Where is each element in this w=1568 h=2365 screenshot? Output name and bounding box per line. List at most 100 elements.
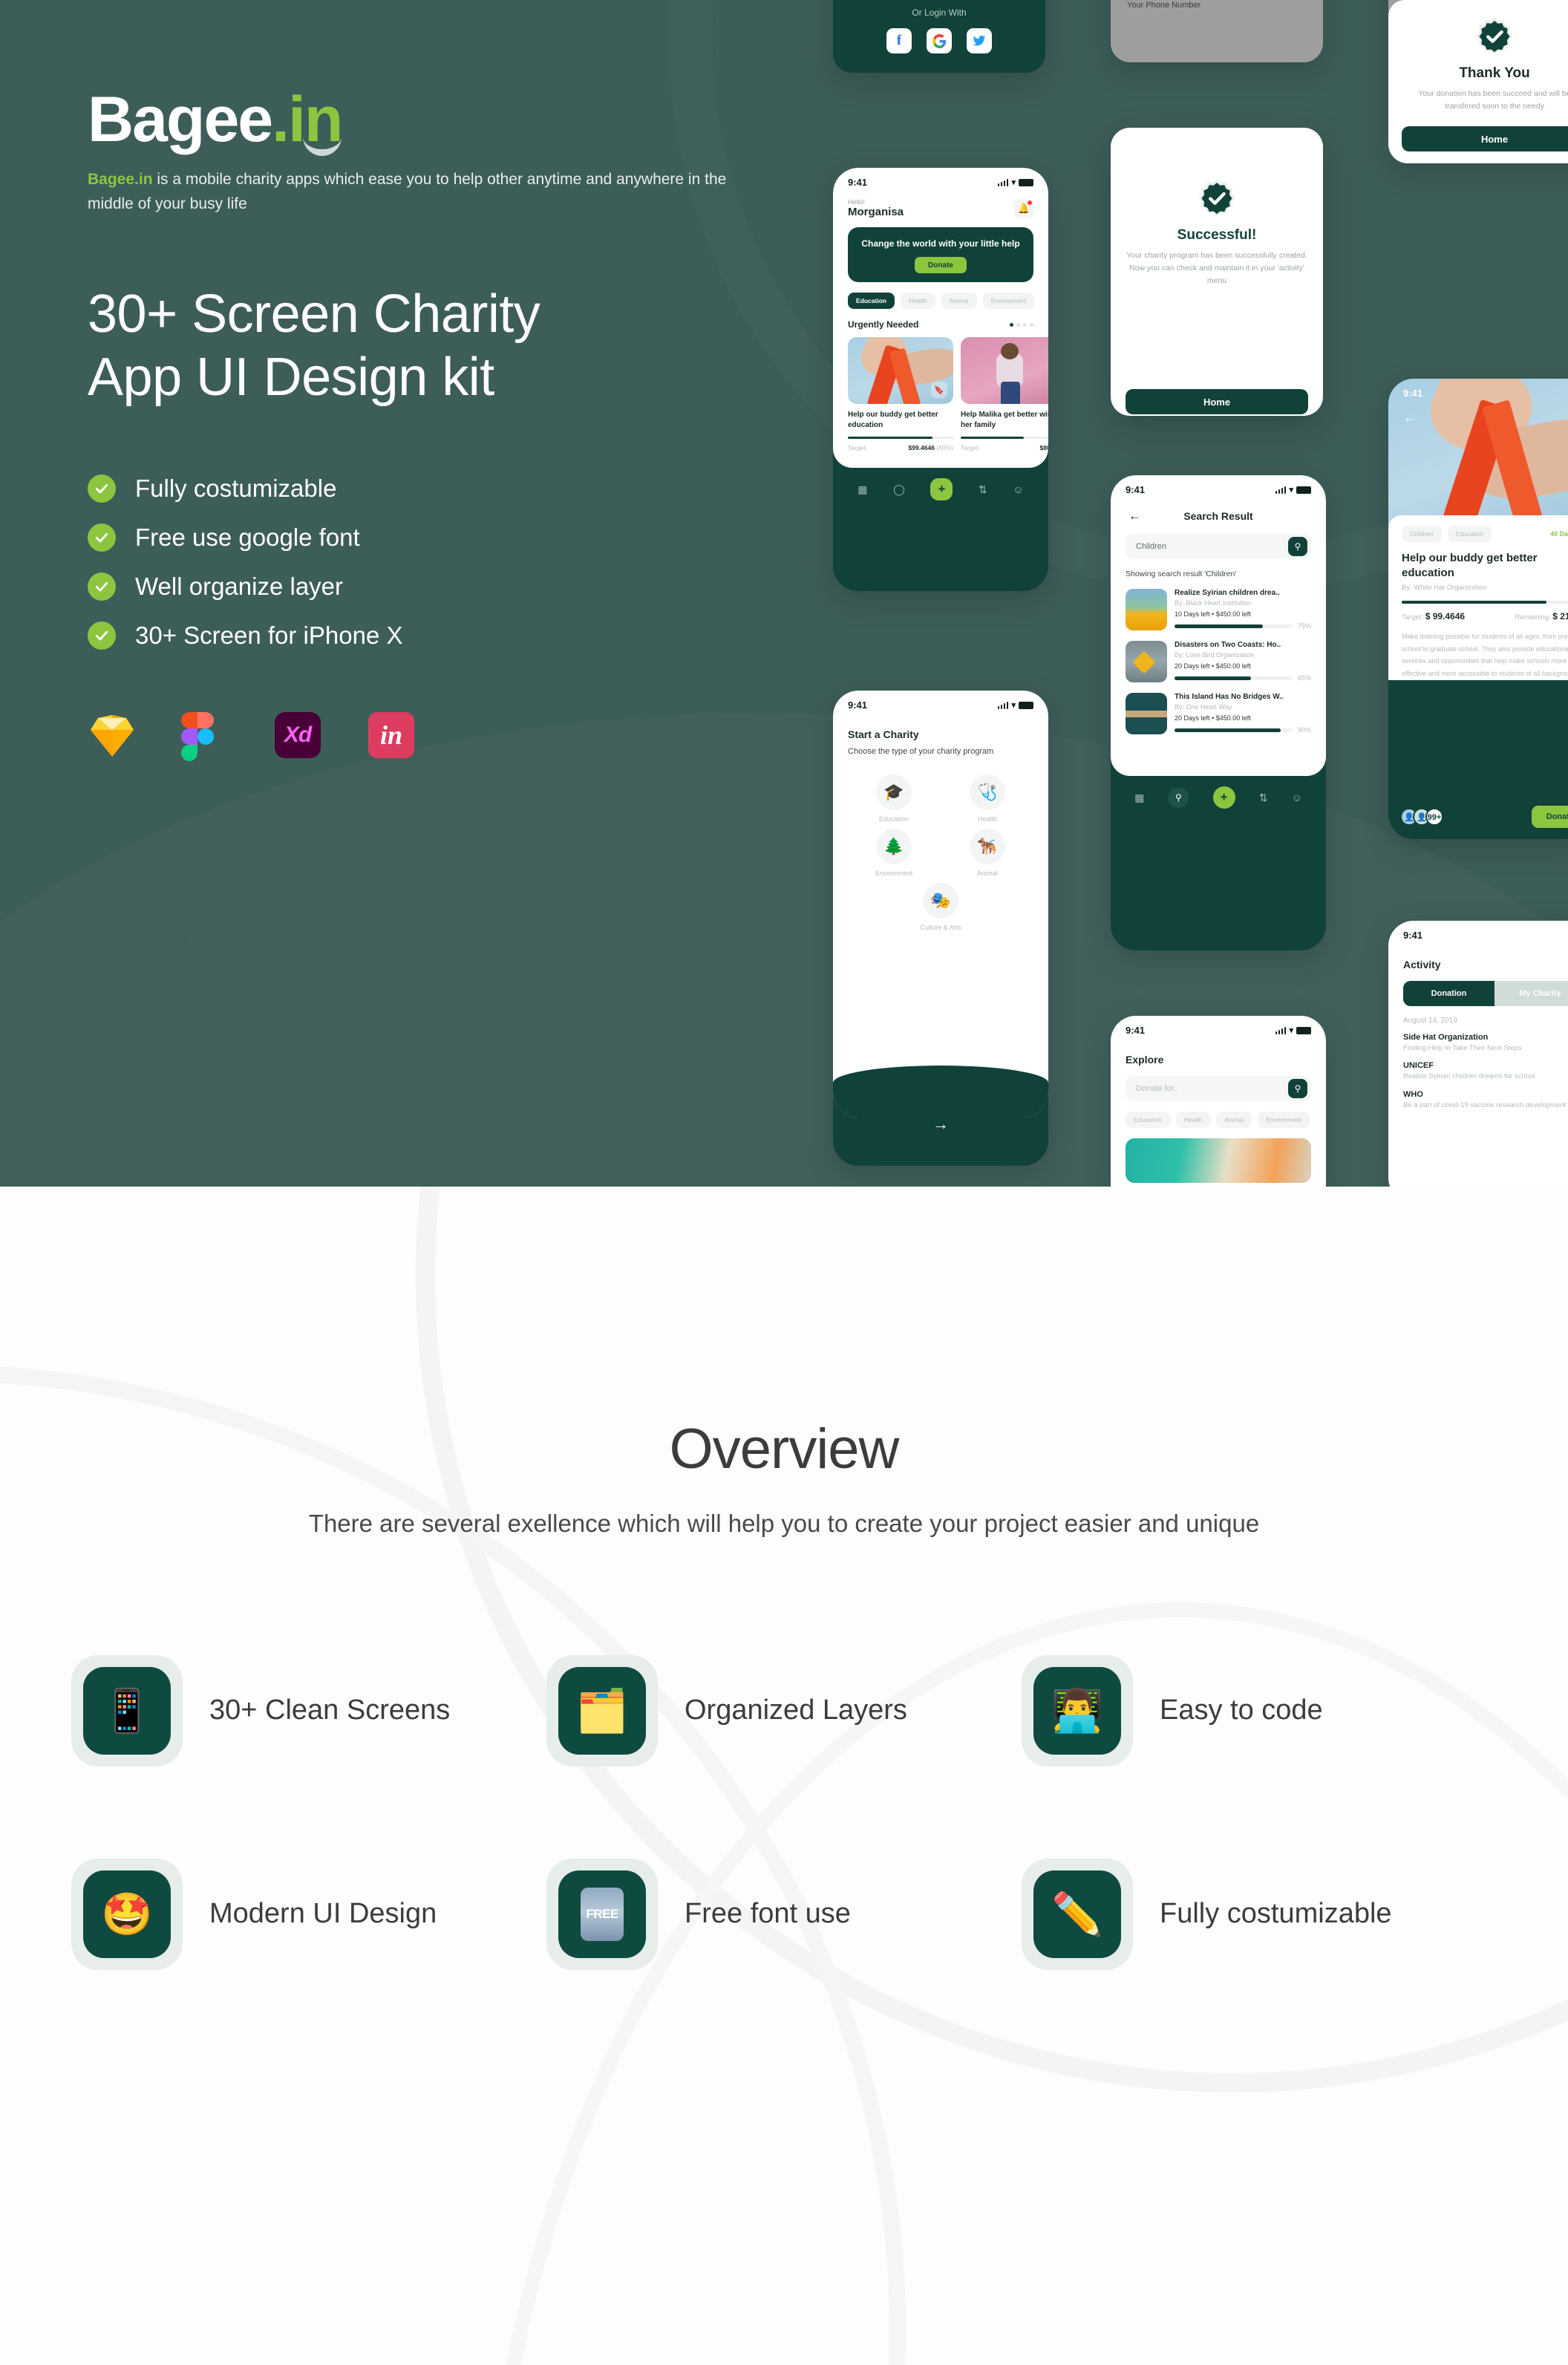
success-subtitle: Your charity program has been successful…: [1126, 251, 1307, 285]
chip-animal[interactable]: Animal: [1216, 1112, 1252, 1128]
status-icons: ▾: [1275, 1025, 1311, 1035]
activity-desc: Be a part of covid-19 vaccine research d…: [1403, 1100, 1567, 1109]
donate-button[interactable]: Donate: [1531, 806, 1568, 828]
charity-type-animal[interactable]: 🐕‍🦺 Animal: [953, 828, 1022, 877]
back-arrow-icon[interactable]: ←: [1403, 410, 1417, 425]
search-input[interactable]: Children ⚲: [1126, 534, 1311, 559]
search-icon[interactable]: ⚲: [1168, 787, 1189, 808]
search-input[interactable]: Donate for.. ⚲: [1126, 1076, 1311, 1101]
result-percent: 90%: [1297, 726, 1311, 734]
hero-tagline: Bagee.in is a mobile charity apps which …: [88, 168, 756, 216]
star-struck-icon: 🤩: [83, 1870, 171, 1958]
facebook-icon[interactable]: f: [886, 28, 912, 53]
profile-icon[interactable]: ☺: [1013, 483, 1023, 495]
chip-education[interactable]: Education: [1126, 1112, 1170, 1128]
brand-logo-main: Bagee: [88, 84, 273, 155]
twitter-icon[interactable]: [967, 28, 992, 53]
search-icon[interactable]: ⚲: [1288, 1079, 1307, 1098]
list-item[interactable]: This Island Has No Bridges W.. By: One H…: [1126, 693, 1311, 734]
hero-section: Bagee.in Bagee.in is a mobile charity ap…: [0, 0, 1568, 1187]
charity-type-culture-arts[interactable]: 🎭 Culture & Arts: [848, 882, 1033, 931]
feature-label: Fully costumizable: [135, 474, 337, 502]
start-body: Start a Charity Choose the type of your …: [833, 714, 1048, 939]
tab-my-charity[interactable]: My Charity: [1494, 981, 1568, 1006]
result-thumbnail: [1126, 641, 1167, 682]
list-item[interactable]: Disasters on Two Coasts: Ho.. By: Love B…: [1126, 641, 1311, 682]
status-time: 9:41: [1126, 1025, 1146, 1036]
chip-health[interactable]: Health: [1175, 1112, 1211, 1128]
check-circle-icon: [88, 573, 116, 601]
charity-card[interactable]: 🔖 Help our buddy get better education Ta…: [848, 337, 953, 451]
signal-icon: [1275, 486, 1287, 494]
charity-type-label: Culture & Arts: [920, 923, 961, 931]
transfer-icon[interactable]: ⇅: [979, 483, 987, 496]
search-header: ← Search Result: [1126, 506, 1311, 523]
add-button[interactable]: +: [1212, 786, 1235, 809]
search-icon[interactable]: ◯: [893, 483, 905, 496]
feature-modern-ui-design: 🤩 Modern UI Design: [71, 1858, 546, 1970]
tab-donation[interactable]: Donation: [1403, 981, 1494, 1006]
developer-icon: 👨‍💻: [1033, 1666, 1121, 1755]
google-icon[interactable]: [927, 28, 952, 53]
target-label: Target:: [848, 444, 867, 452]
add-button[interactable]: +: [930, 478, 953, 501]
chip-environment[interactable]: Environment: [982, 293, 1035, 310]
transfer-icon[interactable]: ⇅: [1259, 792, 1268, 804]
charity-card-meta: Target: $80.1200: [961, 444, 1048, 451]
notification-bell-icon[interactable]: 🔔: [1014, 198, 1033, 218]
detail-hero-image: 9:41 ←: [1388, 379, 1568, 527]
chip-children[interactable]: Children: [1402, 526, 1442, 542]
carousel-dots[interactable]: [1010, 322, 1033, 327]
chip-animal[interactable]: Animal: [941, 293, 977, 310]
grid-icon[interactable]: ▦: [1134, 792, 1144, 804]
category-chips: Education Health Animal Environment: [848, 293, 1035, 310]
charity-type-label: Environment: [875, 869, 913, 877]
list-item: Free use google font: [88, 523, 756, 552]
chip-education[interactable]: Education: [1447, 526, 1492, 542]
status-time: 9:41: [848, 699, 868, 711]
bookmark-icon[interactable]: 🔖: [931, 382, 947, 399]
status-bar: 9:41: [1388, 379, 1568, 408]
check-circle-icon: [88, 523, 116, 552]
brand-logo: Bagee.in: [88, 88, 343, 156]
search-icon[interactable]: ⚲: [1288, 537, 1307, 556]
result-title: Disasters on Two Coasts: Ho..: [1175, 641, 1281, 649]
adobe-xd-label: Xd: [275, 712, 321, 758]
stethoscope-icon: 🩺: [970, 774, 1005, 810]
page-subtitle: Choose the type of your charity program: [848, 747, 994, 756]
battery-icon: [1296, 486, 1311, 494]
next-button[interactable]: →: [920, 1103, 961, 1145]
home-button[interactable]: Home: [1126, 389, 1308, 415]
page-title: Search Result: [1183, 510, 1253, 522]
status-icons: ▾: [997, 700, 1033, 710]
activity-org: UNICEF: [1403, 1061, 1434, 1071]
profile-icon[interactable]: ☺: [1292, 792, 1302, 803]
chip-environment[interactable]: Environment: [1258, 1112, 1310, 1128]
donor-avatars: 👤 👤 99+: [1400, 808, 1443, 826]
section-title: Urgently Needed: [848, 319, 919, 330]
feature-icon-frame: ✏️: [1022, 1858, 1133, 1970]
donate-button[interactable]: Donate: [915, 257, 967, 274]
detail-description: Make learning possible for students of a…: [1402, 633, 1568, 677]
charity-type-education[interactable]: 🎓 Education: [860, 774, 928, 823]
activity-date: August 14, 2019: [1403, 1017, 1457, 1025]
list-item[interactable]: Realize Syirian children drea.. By: Blac…: [1126, 589, 1311, 630]
remaining-label: Remaining:: [1515, 613, 1551, 622]
result-thumbnail: [1126, 693, 1167, 734]
home-button[interactable]: Home: [1402, 126, 1568, 151]
charity-type-health[interactable]: 🩺 Health: [953, 774, 1022, 823]
progress-bar: [848, 437, 953, 440]
chip-education[interactable]: Education: [848, 293, 895, 310]
phone-start-charity-screen: 9:41 ▾ Start a Charity Choose the type o…: [833, 691, 1048, 1166]
back-arrow-icon[interactable]: ←: [1128, 509, 1149, 523]
overview-section: Overview There are several exellence whi…: [0, 1187, 1568, 2365]
feature-icon-frame: 🤩: [71, 1858, 183, 1970]
chip-health[interactable]: Health: [901, 293, 935, 310]
grid-icon[interactable]: ▦: [858, 483, 867, 496]
hero-content: Bagee.in Bagee.in is a mobile charity ap…: [88, 88, 756, 761]
charity-type-environment[interactable]: 🌲 Environment: [860, 828, 928, 877]
list-item: 30+ Screen for iPhone X: [88, 622, 756, 650]
detail-chips: Children Education 40 Days left: [1402, 526, 1568, 542]
feature-easy-to-code: 👨‍💻 Easy to code: [1022, 1654, 1497, 1767]
charity-card[interactable]: Help Malika get better with her family T…: [961, 337, 1048, 451]
